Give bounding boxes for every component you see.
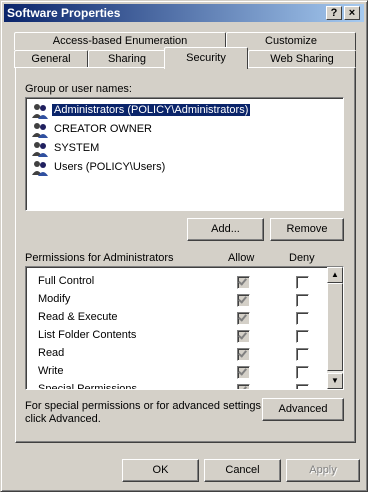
list-item-creator-owner[interactable]: CREATOR OWNER (29, 121, 345, 138)
list-item-system[interactable]: SYSTEM (29, 140, 345, 157)
advanced-text-line1: For special permissions or for advanced … (25, 400, 265, 412)
scroll-up-button[interactable]: ▲ (327, 267, 343, 283)
user-group-icon (32, 161, 48, 176)
permission-row: Special Permissions (26, 381, 326, 390)
deny-header: Deny (289, 252, 315, 264)
close-button[interactable]: × (344, 6, 360, 20)
permission-name: Read & Execute (38, 311, 118, 323)
permissions-label: Permissions for Administrators (25, 252, 174, 264)
tab-general[interactable]: General (14, 50, 88, 68)
properties-window: Software Properties ? × Access-based Enu… (0, 0, 368, 492)
permission-name: Modify (38, 293, 71, 305)
allow-checkbox[interactable] (237, 366, 250, 379)
remove-button[interactable]: Remove (270, 218, 344, 241)
user-group-icon (32, 104, 48, 119)
allow-header: Allow (228, 252, 255, 264)
user-group-icon (32, 142, 48, 157)
cancel-button[interactable]: Cancel (204, 459, 281, 482)
user-name: CREATOR OWNER (54, 123, 152, 135)
tab-web-sharing[interactable]: Web Sharing (248, 50, 356, 68)
group-label: Group or user names: (25, 83, 132, 95)
deny-checkbox[interactable] (296, 384, 309, 389)
permission-row: Full Control (26, 273, 326, 291)
apply-button[interactable]: Apply (286, 459, 360, 482)
title-bar[interactable]: Software Properties ? × (4, 4, 364, 22)
deny-checkbox[interactable] (296, 276, 309, 289)
user-name: SYSTEM (54, 142, 100, 154)
user-group-icon (32, 123, 48, 138)
user-name: Administrators (POLICY\Administrators) (50, 103, 252, 117)
permission-name: Special Permissions (38, 383, 138, 390)
user-list[interactable]: Administrators (POLICY\Administrators) C… (25, 97, 344, 211)
permission-name: Full Control (38, 275, 95, 287)
permissions-scrollbar[interactable]: ▲ ▼ (327, 267, 343, 389)
permission-name: Read (38, 347, 65, 359)
list-item-users[interactable]: Users (POLICY\Users) (29, 159, 345, 176)
tab-sharing[interactable]: Sharing (88, 50, 166, 68)
add-button[interactable]: Add... (187, 218, 264, 241)
permission-row: Read (26, 345, 326, 363)
permission-name: List Folder Contents (38, 329, 137, 341)
ok-button[interactable]: OK (122, 459, 199, 482)
user-name: Users (POLICY\Users) (54, 161, 166, 173)
security-panel: Group or user names: Administrators (POL… (15, 67, 356, 443)
allow-checkbox[interactable] (237, 276, 250, 289)
advanced-text-line2: click Advanced. (25, 413, 101, 425)
allow-checkbox[interactable] (237, 330, 250, 343)
deny-checkbox[interactable] (296, 348, 309, 361)
deny-checkbox[interactable] (296, 294, 309, 307)
scroll-thumb[interactable] (327, 283, 343, 371)
deny-checkbox[interactable] (296, 312, 309, 325)
permission-row: List Folder Contents (26, 327, 326, 345)
allow-checkbox[interactable] (237, 348, 250, 361)
list-item-administrators[interactable]: Administrators (POLICY\Administrators) (29, 102, 345, 119)
window-title: Software Properties (7, 6, 121, 20)
allow-checkbox[interactable] (237, 384, 250, 389)
allow-checkbox[interactable] (237, 312, 250, 325)
permission-name: Write (38, 365, 64, 377)
permission-row: Write (26, 363, 326, 381)
tab-security[interactable]: Security (164, 47, 248, 69)
permissions-list: Full Control Modify Read & Execute List Fol… (25, 266, 344, 390)
deny-checkbox[interactable] (296, 330, 309, 343)
scroll-down-button[interactable]: ▼ (327, 373, 343, 389)
permission-row: Read & Execute (26, 309, 326, 327)
allow-checkbox[interactable] (237, 294, 250, 307)
advanced-button[interactable]: Advanced (262, 398, 344, 421)
deny-checkbox[interactable] (296, 366, 309, 379)
permission-row: Modify (26, 291, 326, 309)
help-button[interactable]: ? (326, 6, 342, 20)
